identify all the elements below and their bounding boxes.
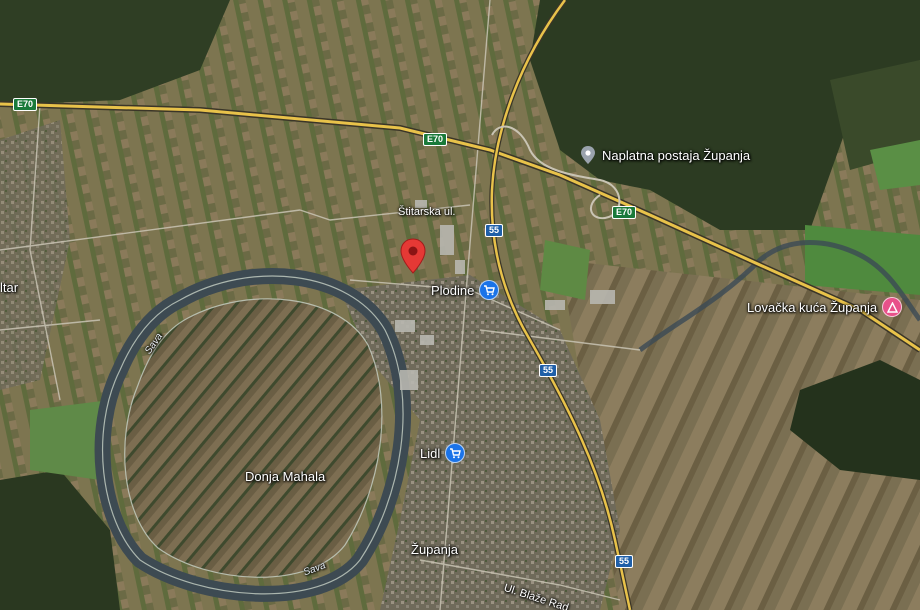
e70-shield: E70	[612, 206, 637, 219]
route-55-shield: 55	[539, 364, 558, 377]
route-55-shield: 55	[485, 224, 504, 237]
e70-shield: E70	[423, 133, 448, 146]
poi-toll-station[interactable]: Naplatna postaja Županja	[579, 146, 750, 164]
poi-label: Lovačka kuća Županja	[747, 299, 878, 315]
poi-lidl[interactable]: Lidl	[420, 443, 466, 463]
poi-label: Naplatna postaja Županja	[602, 147, 751, 163]
location-marker-icon[interactable]	[400, 238, 426, 279]
shopping-cart-icon	[479, 280, 500, 300]
poi-plodine[interactable]: Plodine	[431, 280, 500, 300]
e70-shield: E70	[13, 98, 38, 111]
leisure-icon	[882, 297, 903, 317]
poi-label: Lidl	[420, 445, 441, 461]
place-label-donja-mahala[interactable]: Donja Mahala	[245, 469, 325, 484]
place-label-zupanja[interactable]: Županja	[411, 542, 458, 557]
shopping-cart-icon	[445, 443, 466, 463]
satellite-map[interactable]: E70 E70 E70 55 55 55 ltar Donja Mahala Ž…	[0, 0, 920, 610]
map-pin-icon	[579, 146, 597, 164]
street-label-stitarska: Štitarska ul.	[398, 206, 456, 218]
poi-label: Plodine	[431, 282, 475, 298]
place-label-edge-town[interactable]: ltar	[0, 280, 18, 295]
poi-lovacka-kuca[interactable]: Lovačka kuća Županja	[747, 297, 903, 317]
route-55-shield: 55	[615, 555, 634, 568]
